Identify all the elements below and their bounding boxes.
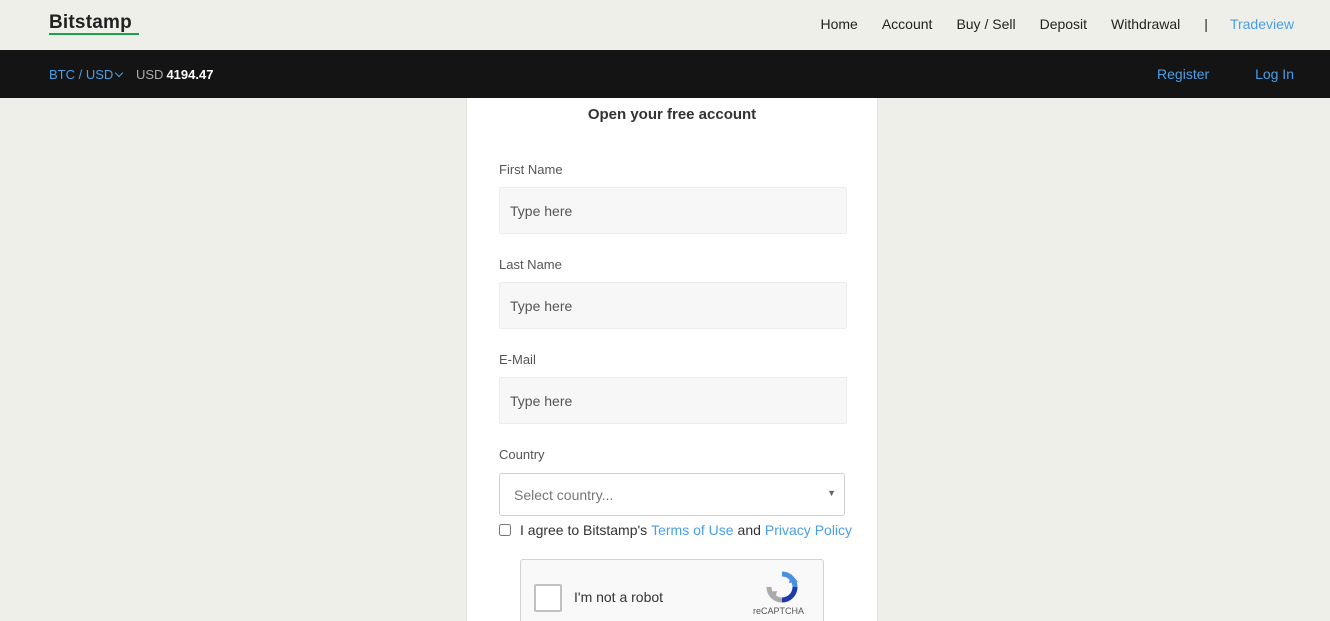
last-name-label: Last Name	[499, 257, 562, 272]
currency-pair-label: BTC / USD	[49, 67, 114, 82]
recaptcha-widget: I'm not a robot reCAPTCHA	[520, 559, 824, 621]
privacy-link[interactable]: Privacy Policy	[765, 522, 852, 538]
register-link[interactable]: Register	[1157, 66, 1209, 82]
terms-agreement: I agree to Bitstamp's Terms of Use and Pri…	[499, 522, 852, 538]
email-input[interactable]	[499, 377, 847, 424]
logo-underline	[49, 33, 139, 35]
currency-pair-selector[interactable]: BTC / USD	[49, 67, 124, 82]
first-name-label: First Name	[499, 162, 563, 177]
form-title: Open your free account	[587, 106, 757, 123]
recaptcha-brand: reCAPTCHA	[753, 606, 805, 616]
nav-deposit[interactable]: Deposit	[1040, 16, 1087, 32]
top-header: Bitstamp Home Account Buy / Sell Deposit…	[0, 0, 1330, 50]
nav-tradeview[interactable]: Tradeview	[1230, 16, 1294, 32]
email-label: E-Mail	[499, 352, 536, 367]
main-nav: Home Account Buy / Sell Deposit Withdraw…	[796, 16, 1294, 32]
country-select-value: Select country...	[514, 487, 614, 503]
nav-withdrawal[interactable]: Withdrawal	[1111, 16, 1180, 32]
auth-links: Register Log In	[1115, 66, 1294, 82]
nav-separator: |	[1204, 16, 1208, 32]
last-name-input[interactable]	[499, 282, 847, 329]
chevron-down-icon	[115, 68, 124, 77]
price-display: USD 4194.47	[136, 67, 213, 82]
agree-prefix: I agree to Bitstamp's	[520, 522, 648, 538]
country-label: Country	[499, 447, 545, 462]
country-select[interactable]: Select country... ▼	[499, 473, 845, 516]
nav-account[interactable]: Account	[882, 16, 933, 32]
agree-and: and	[737, 522, 761, 538]
price-value: 4194.47	[166, 67, 214, 82]
recaptcha-logo-icon	[766, 571, 798, 603]
nav-home[interactable]: Home	[820, 16, 857, 32]
recaptcha-checkbox[interactable]	[534, 584, 562, 612]
bitstamp-logo[interactable]: Bitstamp	[49, 12, 132, 34]
first-name-input[interactable]	[499, 187, 847, 234]
signup-card: Open your free account First Name Last N…	[466, 98, 878, 621]
login-link[interactable]: Log In	[1255, 66, 1294, 82]
nav-buy-sell[interactable]: Buy / Sell	[956, 16, 1015, 32]
caret-down-icon: ▼	[827, 488, 836, 498]
ticker-bar: BTC / USD USD 4194.47 Register Log In	[0, 50, 1330, 98]
terms-checkbox[interactable]	[499, 524, 511, 536]
recaptcha-label: I'm not a robot	[574, 589, 664, 605]
terms-link[interactable]: Terms of Use	[651, 522, 733, 538]
price-currency: USD	[136, 67, 164, 82]
